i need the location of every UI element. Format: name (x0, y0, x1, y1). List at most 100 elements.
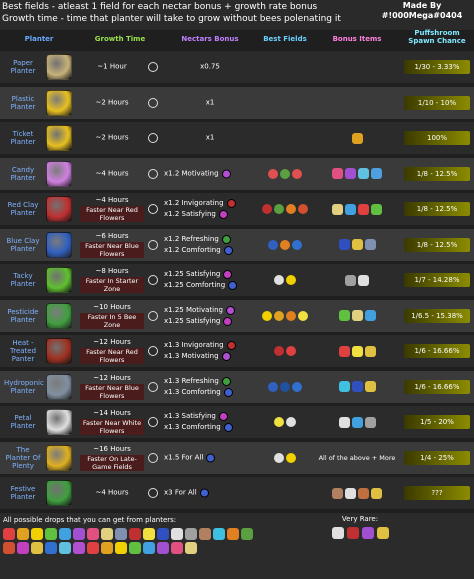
planter-name: Ticket Planter (10, 130, 36, 146)
flower-field-icon (298, 204, 308, 214)
planter-icon (46, 373, 72, 400)
nectar-bonus-line: x1.25 Comforting (164, 280, 256, 291)
flower-field-icon (286, 346, 296, 356)
growth-time-value: ~14 Hours (93, 409, 131, 417)
nectar-bonus-text: x3 For All (164, 488, 197, 497)
drop-item-icon (157, 528, 169, 540)
flower-field-icon (280, 239, 290, 250)
clock-icon (148, 62, 158, 72)
bonus-item-icon (358, 168, 369, 179)
bonus-items (316, 161, 398, 187)
bonus-items (316, 267, 398, 293)
rare-drop-icon (361, 527, 374, 539)
table-row: Red Clay Planter ~4 Hours Faster Near Red … (0, 193, 474, 225)
nectar-bonus: x1.25 Motivating x1.25 Satisfying (164, 305, 256, 327)
planter-icon (46, 231, 72, 258)
nectar-bonus-line: x1.25 Motivating (164, 305, 256, 316)
planter-name: Petal Planter (10, 414, 36, 430)
drop-item-icon (157, 542, 169, 554)
bonus-item-icon (332, 487, 343, 499)
growth-time: ~12 Hours Faster Near Blue Flowers (80, 374, 144, 400)
best-fields (260, 162, 310, 186)
table-row: Festive Planter ~4 Hours x3 For All??? (0, 477, 474, 509)
planter-icon (46, 54, 72, 80)
drop-item-icon (17, 528, 29, 540)
growth-time-value: ~4 Hours (95, 196, 129, 204)
bonus-items (316, 90, 398, 116)
bonus-item-icon (351, 345, 363, 357)
table-row: The Planter Of Plenty ~16 Hours Faster On … (0, 441, 474, 474)
nectar-bonus: x1.3 Satisfying x1.3 Comforting (164, 411, 256, 433)
best-fields (260, 481, 310, 505)
column-header-growth-time: Growth Time (94, 35, 146, 43)
table-row: Blue Clay Planter ~6 Hours Faster Near Blu… (0, 228, 474, 261)
nectar-bonus: x1.2 Motivating (164, 168, 256, 179)
clock-icon (148, 168, 158, 179)
spawn-chance: 1/4 - 25% (404, 450, 470, 465)
nectar-bonus-line: x1.3 Comforting (164, 387, 256, 398)
growth-note: Faster Near Blue Flowers (80, 241, 144, 258)
nectar-bonus-line: x1.25 Satisfying (164, 316, 256, 327)
drop-item-icon (59, 542, 71, 554)
spawn-chance: 1/8 - 12.5% (404, 166, 470, 181)
planter-name: Candy Planter (10, 165, 36, 182)
drop-item-icon (129, 528, 141, 540)
nectar-bonus-text: x1.2 Motivating (164, 169, 219, 177)
nectar-icon (223, 270, 233, 279)
best-fields (260, 55, 310, 79)
growth-time-value: ~12 Hours (93, 338, 131, 346)
drop-item-icon (227, 528, 239, 540)
drop-item-icon (101, 542, 113, 554)
nectar-icon (221, 352, 231, 361)
bonus-item-icon (358, 203, 369, 215)
clock-icon (148, 204, 158, 214)
clock-icon (148, 275, 158, 285)
drop-item-icon (31, 542, 43, 554)
growth-time: ~16 Hours Faster On Late-Game Fields (80, 445, 144, 471)
spawn-chance: 1/6 - 16.66% (404, 379, 470, 394)
drop-item-icon (143, 528, 155, 540)
table-row: Hydroponic Planter ~12 Hours Faster Near B… (0, 370, 474, 403)
nectar-bonus: x1.25 Satisfying x1.25 Comforting (164, 269, 256, 291)
spawn-chance: 1/6.5 - 15.38% (404, 308, 470, 323)
nectar-bonus-text: x1.25 Satisfying (164, 316, 221, 325)
flower-field-icon (292, 381, 302, 392)
best-fields (260, 268, 310, 292)
nectar-icon (221, 169, 231, 178)
flower-field-icon (286, 417, 296, 427)
nectar-bonus: x1.2 Invigorating x1.2 Satisfying (164, 198, 256, 220)
drop-item-icon (73, 542, 85, 554)
drop-item-icon (73, 528, 85, 540)
drop-item-icon (185, 542, 197, 554)
nectar-bonus-line: x1.3 Comforting (164, 422, 256, 433)
drops-footer: All possible drops that you can get from… (0, 513, 474, 579)
clock-icon (148, 239, 158, 250)
drop-item-icon (199, 528, 211, 540)
flower-field-icon (286, 452, 296, 463)
planter-name: Blue Clay Planter (6, 236, 40, 253)
nectar-bonus-line: x1.2 Comforting (164, 245, 256, 256)
nectar-bonus-text: x1.3 Refreshing (164, 376, 219, 385)
header-line-growth-time: Growth time - time that planter will tak… (2, 14, 341, 24)
growth-time-value: ~2 Hours (95, 133, 129, 142)
bonus-item-icon (371, 168, 382, 179)
bonus-item-icon (364, 416, 376, 428)
table-row: Candy Planter ~4 Hours x1.2 Motivating 1/8 … (0, 157, 474, 190)
clock-icon (148, 346, 158, 356)
growth-time: ~2 Hours (80, 98, 144, 107)
nectar-bonus: x0.75 (164, 62, 256, 73)
bonus-item-icon (338, 345, 350, 357)
clock-icon (148, 97, 158, 108)
flower-field-icon (274, 417, 284, 427)
flower-field-icon (286, 275, 296, 285)
growth-time-value: ~8 Hours (95, 267, 129, 275)
drops-title: All possible drops that you can get from… (3, 516, 177, 524)
drop-item-icon (143, 542, 155, 554)
nectar-bonus-line: x1.2 Satisfying (164, 209, 256, 220)
nectar-icon (223, 316, 233, 326)
bonus-items (316, 54, 398, 80)
bonus-item-icon (338, 310, 350, 321)
bonus-item-icon (338, 416, 350, 428)
nectar-bonus-text: x1.3 Satisfying (164, 412, 216, 420)
flower-field-icon (280, 381, 290, 392)
